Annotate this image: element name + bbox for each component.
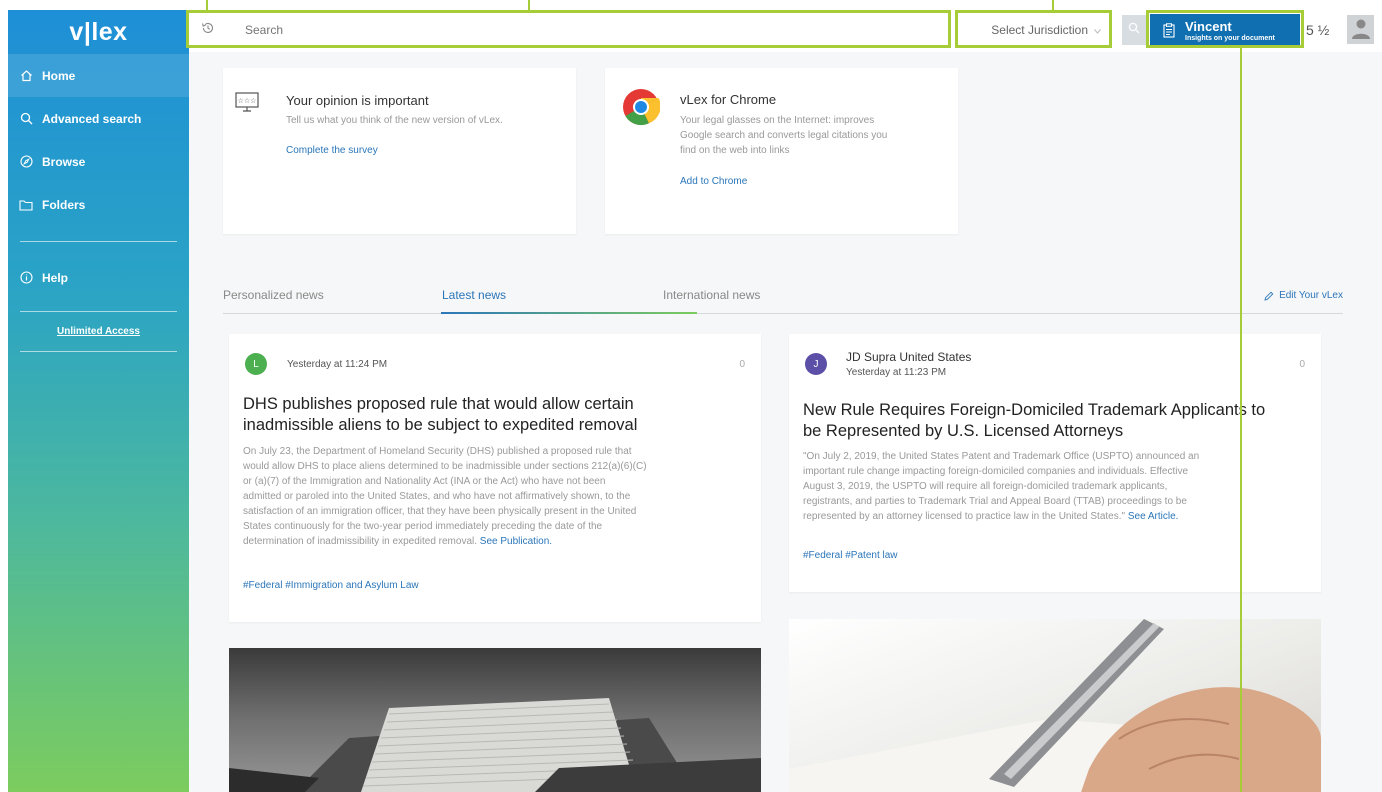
- news-headline[interactable]: New Rule Requires Foreign-Domiciled Trad…: [803, 400, 1313, 442]
- chrome-text: Your legal glasses on the Internet: impr…: [680, 113, 887, 158]
- body-line: determination of inadmissibility in expe…: [243, 536, 478, 547]
- callout-line: [1240, 46, 1242, 792]
- search-highlight-box: [186, 10, 951, 48]
- sidebar-item-label: Folders: [42, 197, 86, 212]
- chrome-logo-icon: [622, 88, 661, 131]
- body-line: admitted or paroled into the United Stat…: [243, 491, 631, 502]
- news-body: On July 23, the Department of Homeland S…: [243, 444, 758, 549]
- sidebar-divider: [20, 351, 177, 352]
- vlex-logo[interactable]: v|lex: [8, 10, 189, 54]
- body-line: would allow DHS to place aliens determin…: [243, 461, 647, 472]
- folder-icon: [19, 198, 33, 212]
- edit-vlex-link[interactable]: Edit Your vLex: [1264, 290, 1343, 301]
- headline-line: inadmissible aliens to be subject to exp…: [243, 416, 638, 434]
- callout-line: [1052, 0, 1054, 11]
- source-avatar: L: [245, 353, 267, 375]
- news-image-binders[interactable]: [229, 648, 761, 792]
- survey-title: Your opinion is important: [286, 93, 429, 108]
- app-frame: v|lex Home Advanced search Browse Folder…: [0, 0, 1382, 792]
- news-timestamp: Yesterday at 11:23 PM: [846, 367, 947, 378]
- sidebar-item-label: Home: [42, 68, 76, 83]
- comment-count: 0: [1299, 359, 1305, 370]
- chrome-title: vLex for Chrome: [680, 92, 777, 107]
- body-line: States continuously for the two-year per…: [243, 521, 603, 532]
- jurisdiction-highlight-box: [955, 10, 1112, 48]
- search-icon: [1128, 21, 1140, 39]
- main-content: ☆☆☆ Your opinion is important Tell us wh…: [189, 52, 1382, 792]
- search-icon: [19, 112, 33, 126]
- tag-link[interactable]: #Federal: [803, 550, 842, 561]
- add-to-chrome-link[interactable]: Add to Chrome: [680, 176, 747, 187]
- compass-icon: [19, 155, 33, 169]
- news-tags: #Federal #Patent law: [803, 550, 898, 561]
- sidebar-item-label: Browse: [42, 154, 86, 169]
- pencil-icon: [1264, 291, 1274, 301]
- callout-line: [206, 0, 208, 11]
- news-timestamp: Yesterday at 11:24 PM: [287, 359, 388, 370]
- body-line: or (a)(7) of the Immigration and Nationa…: [243, 476, 606, 487]
- tab-personalized-news[interactable]: Personalized news: [223, 288, 324, 302]
- callout-line: [528, 0, 530, 11]
- sidebar-item-home[interactable]: Home: [8, 54, 189, 97]
- sidebar-item-browse[interactable]: Browse: [8, 140, 189, 183]
- headline-line: New Rule Requires Foreign-Domiciled Trad…: [803, 401, 1266, 419]
- sidebar-item-label: Help: [42, 270, 69, 285]
- sidebar-item-folders[interactable]: Folders: [8, 183, 189, 226]
- tag-link[interactable]: #Federal: [243, 580, 282, 591]
- sidebar-item-label: Advanced search: [42, 111, 142, 126]
- edit-vlex-label: Edit Your vLex: [1279, 290, 1343, 301]
- news-tags: #Federal #Immigration and Asylum Law: [243, 580, 419, 591]
- avatar[interactable]: [1347, 15, 1374, 44]
- chrome-promo-card: vLex for Chrome Your legal glasses on th…: [605, 68, 958, 234]
- news-card[interactable]: L Yesterday at 11:24 PM 0 DHS publishes …: [229, 334, 761, 622]
- tag-link[interactable]: #Patent law: [845, 550, 897, 561]
- tab-latest-news[interactable]: Latest news: [442, 288, 506, 302]
- sidebar: v|lex Home Advanced search Browse Folder…: [8, 10, 189, 792]
- tab-international-news[interactable]: International news: [663, 288, 760, 302]
- binders-image: [229, 698, 761, 792]
- survey-monitor-icon: ☆☆☆: [235, 92, 259, 119]
- headline-line: be Represented by U.S. Licensed Attorney…: [803, 422, 1124, 440]
- body-line: satisfaction of an immigration officer, …: [243, 506, 637, 517]
- sidebar-item-advanced-search[interactable]: Advanced search: [8, 97, 189, 140]
- news-source: JD Supra United States: [846, 350, 972, 364]
- home-icon: [19, 69, 33, 83]
- active-tab-indicator: [441, 312, 697, 314]
- survey-text: Tell us what you think of the new versio…: [286, 115, 503, 126]
- svg-text:☆☆☆: ☆☆☆: [238, 97, 257, 105]
- survey-promo-card: ☆☆☆ Your opinion is important Tell us wh…: [223, 68, 576, 234]
- info-icon: [19, 271, 33, 285]
- body-line: On July 23, the Department of Homeland S…: [243, 446, 632, 457]
- chrome-text-line: Google search and converts legal citatio…: [680, 130, 888, 141]
- see-article-link[interactable]: See Article.: [1128, 511, 1179, 522]
- comment-count: 0: [739, 359, 745, 370]
- source-avatar: J: [805, 353, 827, 375]
- sidebar-item-help[interactable]: Help: [8, 256, 189, 299]
- news-tabs: Personalized news Latest news Internatio…: [223, 284, 1343, 314]
- unlimited-access-link[interactable]: Unlimited Access: [8, 312, 189, 351]
- search-submit-button[interactable]: [1122, 15, 1146, 45]
- news-headline[interactable]: DHS publishes proposed rule that would a…: [243, 394, 753, 436]
- chrome-text-line: find on the web into links: [680, 145, 790, 156]
- tag-link[interactable]: #Immigration and Asylum Law: [285, 580, 418, 591]
- language-selector[interactable]: 5 ½: [1306, 22, 1329, 38]
- body-line: represented by an attorney licensed to p…: [803, 511, 1126, 522]
- vincent-highlight-box: [1146, 10, 1304, 48]
- see-publication-link[interactable]: See Publication.: [480, 536, 552, 547]
- user-icon: [1351, 17, 1371, 44]
- headline-line: DHS publishes proposed rule that would a…: [243, 395, 634, 413]
- chrome-text-line: Your legal glasses on the Internet: impr…: [680, 115, 875, 126]
- complete-survey-link[interactable]: Complete the survey: [286, 145, 378, 156]
